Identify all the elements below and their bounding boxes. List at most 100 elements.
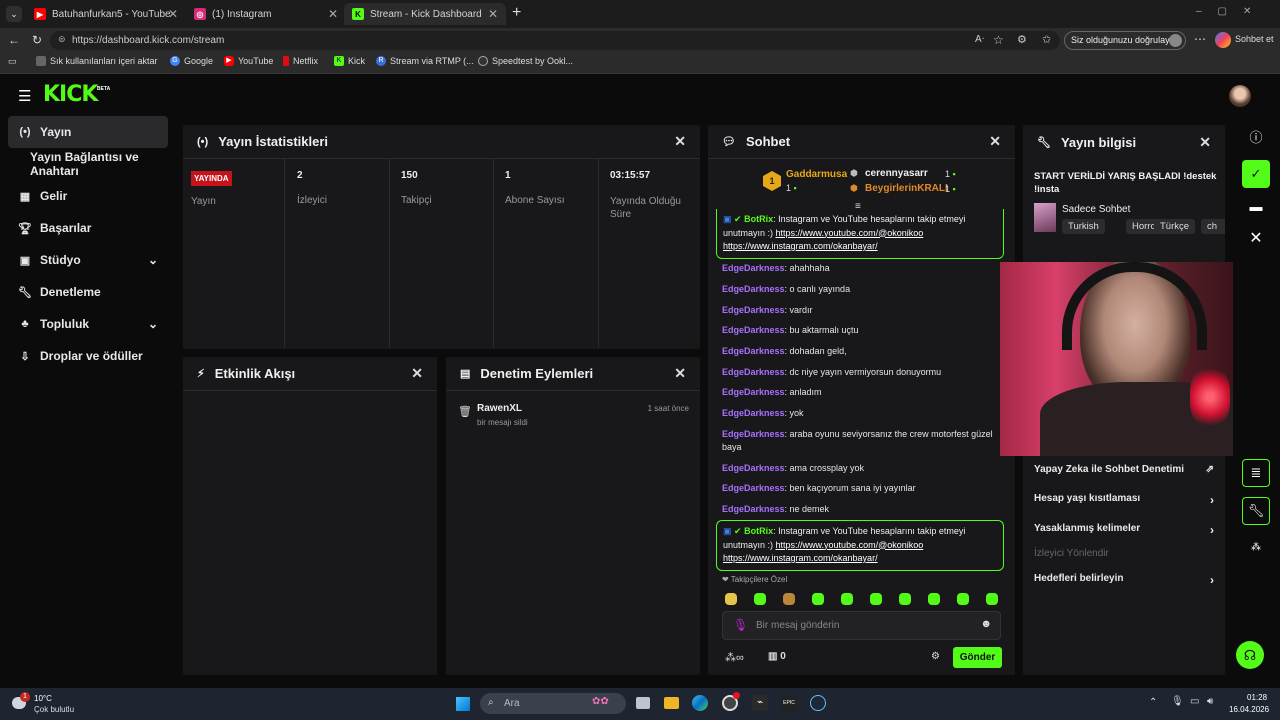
verify-identity-button[interactable]: Siz olduğunuzu doğrulayın	[1064, 31, 1186, 50]
edge-icon[interactable]	[692, 695, 708, 711]
url-field[interactable]: ⊜ https://dashboard.kick.com/stream Aᐧ ☆…	[50, 31, 1060, 50]
sidebar-item-droplar[interactable]: ⇩ Droplar ve ödüller	[8, 340, 168, 372]
emote-icon[interactable]	[783, 593, 795, 605]
sidebar-item-basarilar[interactable]: 🏆︎ Başarılar	[8, 212, 168, 244]
epic-games-icon[interactable]: EPIC	[781, 695, 797, 711]
gift-counter[interactable]: ▥ 0	[768, 651, 786, 662]
tag[interactable]: Türkçe	[1154, 219, 1196, 234]
new-tab-icon[interactable]: +	[512, 4, 521, 22]
sidebar-item-yayin[interactable]: (•) Yayın	[8, 116, 168, 148]
steam-icon[interactable]	[810, 695, 826, 711]
info-icon[interactable]: ⓘ	[1242, 122, 1270, 150]
tag[interactable]: ch	[1201, 219, 1225, 234]
setting-account-age[interactable]: Hesap yaşı kısıtlaması ›	[1034, 493, 1214, 507]
close-icon[interactable]: ✕	[168, 7, 178, 21]
sidebar-item-stream-key[interactable]: Yayın Bağlantısı ve Anahtarı	[20, 148, 180, 180]
bookmark-speedtest[interactable]: Speedtest by Ookl...	[478, 56, 573, 66]
emote-icon[interactable]	[754, 593, 766, 605]
headset-support-icon[interactable]: ☊	[1236, 641, 1264, 669]
leaderboard-name[interactable]: Gaddarmusa	[786, 169, 847, 180]
emote-icon[interactable]	[841, 593, 853, 605]
bookmark-netflix[interactable]: Netflix	[283, 56, 318, 66]
emote-icon[interactable]	[870, 593, 882, 605]
user-avatar[interactable]	[1229, 85, 1251, 107]
tab-instagram[interactable]: ◎ (1) Instagram ✕	[186, 3, 346, 25]
bookmark-youtube[interactable]: ▶ YouTube	[224, 56, 273, 66]
network-icon[interactable]: ▭	[1190, 696, 1199, 707]
setting-banned-words[interactable]: Yasaklanmış kelimeler ›	[1034, 523, 1214, 537]
close-icon[interactable]: ✕	[1199, 134, 1211, 151]
channel-points[interactable]: ⁂∞	[725, 651, 744, 664]
taskbar-search[interactable]: ⌕ Ara ✿✿	[480, 693, 626, 714]
tray-chevron-icon[interactable]: ⌃	[1149, 697, 1157, 708]
close-icon[interactable]: ✕	[328, 7, 338, 21]
weather-temp[interactable]: 10°C	[34, 694, 52, 703]
moderation-queue-icon[interactable]: ≣	[1242, 459, 1270, 487]
chat-username[interactable]: EdgeDarkness	[722, 305, 785, 315]
wrench-icon[interactable]: 🔧︎	[1242, 497, 1270, 525]
sidebar-item-topluluk[interactable]: ♣ Topluluk ⌄	[8, 308, 168, 340]
microphone-icon[interactable]: 🎙︎	[733, 618, 748, 632]
windows-start-icon[interactable]	[456, 697, 470, 711]
extensions-icon[interactable]: ⚙	[1017, 33, 1027, 46]
refresh-icon[interactable]: ↻	[32, 33, 42, 47]
close-icon[interactable]: ✕	[411, 365, 423, 382]
close-icon[interactable]: ✕	[1242, 224, 1270, 252]
setting-goals[interactable]: Hedefleri belirleyin ›	[1034, 573, 1214, 587]
tab-kick[interactable]: K Stream - Kick Dashboard ✕	[344, 3, 506, 25]
category-name[interactable]: Sadece Sohbet	[1062, 204, 1130, 215]
chat-username[interactable]: EdgeDarkness	[722, 346, 785, 356]
chat-username[interactable]: BotRix	[744, 214, 773, 224]
emote-icon[interactable]	[899, 593, 911, 605]
favorite-star-icon[interactable]: ☆	[993, 33, 1004, 47]
close-icon[interactable]: ✕	[989, 133, 1001, 150]
favorites-icon[interactable]: ✩	[1042, 33, 1051, 46]
send-button[interactable]: Gönder	[953, 647, 1002, 668]
emote-icon[interactable]	[928, 593, 940, 605]
weather-desc[interactable]: Çok bulutlu	[34, 705, 74, 714]
chat-username[interactable]: EdgeDarkness	[722, 504, 785, 514]
chevron-down-icon[interactable]: ⌄	[148, 317, 158, 331]
sidebar-item-studyo[interactable]: ▣ Stüdyo ⌄	[8, 244, 168, 276]
bookmark-rtmp[interactable]: R Stream via RTMP (...	[376, 56, 474, 66]
chat-link[interactable]: https://www.instagram.com/okanbayar/	[723, 553, 878, 563]
chat-link[interactable]: https://www.youtube.com/@okonikoo	[776, 540, 924, 550]
chat-link[interactable]: https://www.youtube.com/@okonikoo	[776, 228, 924, 238]
bookmark-kick[interactable]: K Kick	[334, 56, 365, 66]
sidebar-item-gelir[interactable]: ▦ Gelir	[8, 180, 168, 212]
emote-icon[interactable]	[725, 593, 737, 605]
tab-youtube[interactable]: ▶ Batuhanfurkan5 - YouTube ✕	[26, 3, 186, 25]
back-icon[interactable]: ←	[8, 33, 20, 47]
emoji-icon[interactable]: ☻	[980, 618, 992, 630]
settings-gear-icon[interactable]: ⚙	[931, 651, 940, 662]
volume-icon[interactable]: 🔊︎	[1207, 696, 1213, 707]
copilot-label[interactable]: Sohbet et	[1235, 34, 1274, 44]
emote-icon[interactable]	[812, 593, 824, 605]
read-aloud-icon[interactable]: Aᐧ	[975, 34, 984, 45]
bookmark-google[interactable]: G Google	[170, 56, 213, 66]
close-icon[interactable]: ✕	[674, 365, 686, 382]
more-menu-icon[interactable]: ⋯	[1194, 32, 1206, 46]
tab-list-chevron-icon[interactable]: ⌄	[6, 6, 22, 22]
close-icon[interactable]: ✕	[488, 7, 498, 21]
bookmark-import[interactable]: Sık kullanılanları içeri aktar	[36, 56, 158, 66]
tag[interactable]: Turkish	[1062, 219, 1105, 234]
chat-username[interactable]: EdgeDarkness	[722, 387, 785, 397]
sidebar-item-denetleme[interactable]: 🔧︎ Denetleme	[8, 276, 168, 308]
sidebar-toggle-icon[interactable]: ▭	[8, 56, 17, 67]
microphone-icon[interactable]: 🎙︎	[1171, 696, 1184, 707]
close-icon[interactable]: ✕	[674, 133, 686, 150]
chat-username[interactable]: EdgeDarkness	[722, 463, 785, 473]
leaderboard-name[interactable]: cerennyasarr	[865, 168, 928, 179]
chevron-down-icon[interactable]: ⌄	[148, 253, 158, 267]
external-link-icon[interactable]: ⇗	[1206, 464, 1214, 475]
hamburger-menu-icon[interactable]: ☰	[18, 87, 31, 105]
chat-username[interactable]: BotRix	[744, 526, 773, 536]
checkmark-icon[interactable]: ✓	[1242, 160, 1270, 188]
capcut-icon[interactable]: ⌁	[752, 695, 768, 711]
file-explorer-icon[interactable]	[664, 697, 679, 709]
chat-username[interactable]: EdgeDarkness	[722, 429, 785, 439]
community-icon[interactable]: ⁂	[1242, 533, 1270, 561]
chat-input[interactable]: 🎙︎ Bir mesaj gönderin ☻	[722, 611, 1001, 640]
chat-username[interactable]: EdgeDarkness	[722, 325, 785, 335]
